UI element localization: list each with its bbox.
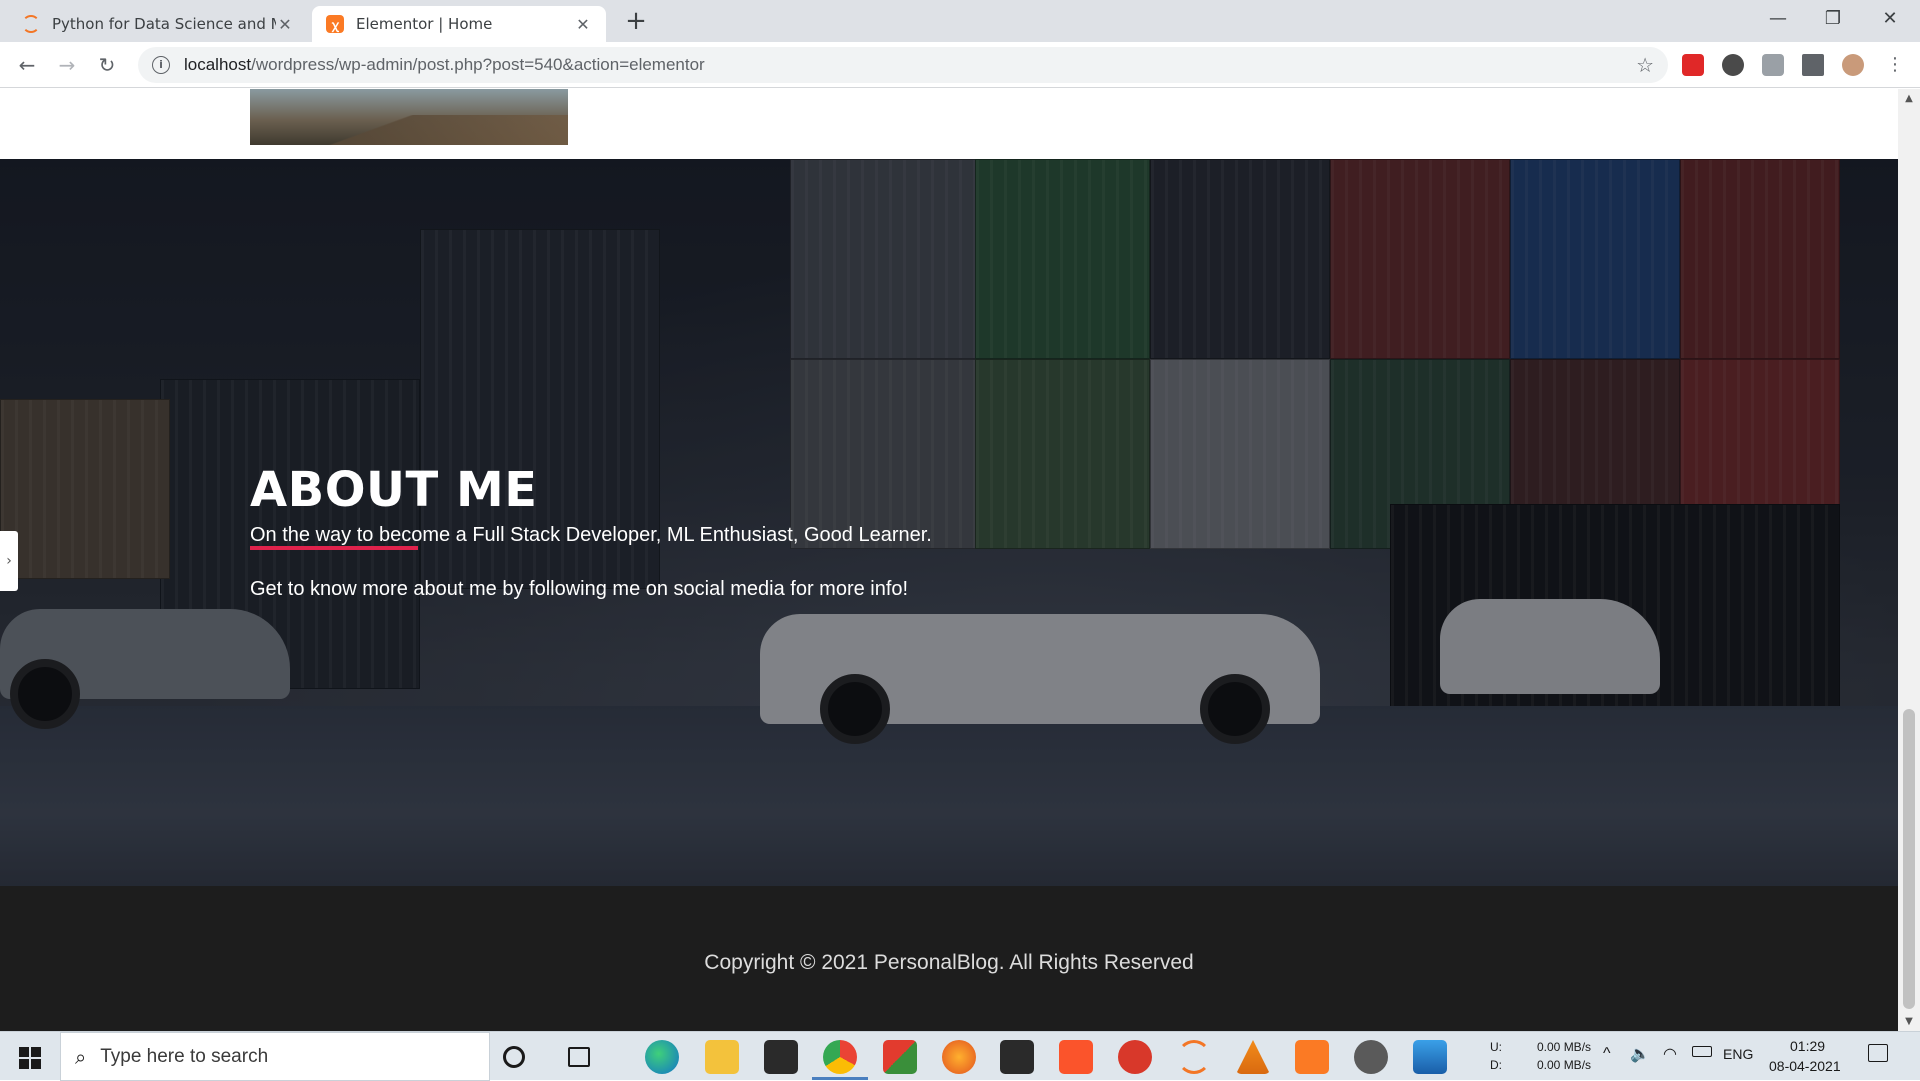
language-indicator[interactable]: ENG <box>1723 1046 1753 1062</box>
store-icon[interactable] <box>764 1040 798 1074</box>
close-tab-icon[interactable]: ✕ <box>574 15 592 34</box>
net-upload-speed: 0.00 MB/s <box>1537 1040 1592 1054</box>
edge-icon[interactable] <box>645 1040 679 1074</box>
vlc-icon[interactable] <box>1236 1040 1270 1074</box>
page-viewport: ABOUT ME On the way to become a Full Sta… <box>0 89 1920 1031</box>
elementor-panel-toggle[interactable]: › <box>0 531 18 591</box>
firefox-icon[interactable] <box>942 1040 976 1074</box>
copyright-text: Copyright © 2021 PersonalBlog. All Right… <box>704 951 1194 974</box>
notification-icon[interactable] <box>1868 1044 1888 1062</box>
about-line-2: Get to know more about me by following m… <box>250 578 909 600</box>
scroll-down-icon[interactable]: ▼ <box>1898 1016 1920 1027</box>
tab-title: Python for Data Science and ML/ <box>52 15 276 33</box>
brave-icon[interactable] <box>1059 1040 1093 1074</box>
windows-logo-icon <box>19 1047 29 1057</box>
restore-button[interactable]: ❐ <box>1803 0 1863 38</box>
tray-chevron-icon[interactable]: ^ <box>1603 1045 1611 1063</box>
site-footer: Copyright © 2021 PersonalBlog. All Right… <box>0 886 1898 1031</box>
extensions-puzzle-icon[interactable] <box>1802 54 1824 76</box>
jupyter-icon <box>22 15 40 33</box>
tab-title: Elementor | Home <box>356 15 493 33</box>
about-section: ABOUT ME On the way to become a Full Sta… <box>0 159 1898 886</box>
extension-circle-icon[interactable] <box>1722 54 1744 76</box>
colorful-app-icon[interactable] <box>883 1040 917 1074</box>
background-overlay <box>0 159 1898 886</box>
new-tab-button[interactable]: + <box>618 8 654 36</box>
about-line-1: On the way to become a Full Stack Develo… <box>250 524 932 546</box>
start-button[interactable] <box>10 1042 50 1072</box>
site-info-icon[interactable]: i <box>152 56 170 74</box>
chrome-icon[interactable] <box>823 1040 857 1074</box>
extension-red-icon[interactable] <box>1682 54 1704 76</box>
about-title: ABOUT ME <box>250 462 538 518</box>
clock-date[interactable]: 08-04-2021 <box>1769 1058 1841 1074</box>
windows-logo-icon <box>31 1059 41 1069</box>
volume-icon[interactable]: 🔈 <box>1630 1044 1650 1064</box>
scroll-thumb[interactable] <box>1903 709 1915 1009</box>
landscape-image <box>250 89 568 145</box>
address-bar[interactable]: i localhost/wordpress/wp-admin/post.php?… <box>138 47 1668 83</box>
search-placeholder: Type here to search <box>100 1045 269 1067</box>
jupyter-icon[interactable] <box>1177 1040 1211 1074</box>
file-explorer-icon[interactable] <box>705 1040 739 1074</box>
clock-time[interactable]: 01:29 <box>1790 1038 1825 1054</box>
photos-icon[interactable] <box>1413 1040 1447 1074</box>
page-scrollbar[interactable]: ▲ ▼ <box>1898 89 1920 1031</box>
windows-taskbar: ⌕ Type here to search U: D: 0.00 MB/s 0.… <box>0 1031 1920 1081</box>
bookmark-star-icon[interactable]: ☆ <box>1636 53 1654 77</box>
xampp-icon: ꭓ <box>326 15 344 33</box>
url-text: localhost/wordpress/wp-admin/post.php?po… <box>184 55 705 74</box>
net-download-label: D: <box>1490 1058 1502 1072</box>
cortana-icon[interactable] <box>503 1046 525 1068</box>
browser-toolbar: ← → ↻ i localhost/wordpress/wp-admin/pos… <box>0 42 1920 88</box>
reload-icon[interactable]: ↻ <box>92 50 122 80</box>
taskbar-search-box[interactable]: ⌕ Type here to search <box>60 1032 490 1081</box>
task-view-icon[interactable] <box>568 1047 590 1067</box>
media-player-icon[interactable] <box>1354 1040 1388 1074</box>
predator-icon[interactable] <box>1000 1040 1034 1074</box>
net-download-speed: 0.00 MB/s <box>1537 1058 1592 1072</box>
xampp-icon[interactable] <box>1295 1040 1329 1074</box>
net-upload-label: U: <box>1490 1040 1502 1054</box>
tab-elementor-home[interactable]: ꭓ Elementor | Home ✕ <box>312 6 606 42</box>
scroll-up-icon[interactable]: ▲ <box>1898 93 1920 104</box>
search-icon: ⌕ <box>75 1044 87 1069</box>
windows-logo-icon <box>31 1047 41 1057</box>
wifi-icon[interactable]: ◠ <box>1663 1044 1677 1064</box>
close-window-button[interactable]: ✕ <box>1860 0 1920 38</box>
pocket-app-icon[interactable] <box>1118 1040 1152 1074</box>
back-icon[interactable]: ← <box>12 50 42 80</box>
profile-avatar[interactable] <box>1842 54 1864 76</box>
menu-kebab-icon[interactable]: ⋮ <box>1880 50 1910 80</box>
camera-extension-icon[interactable] <box>1762 54 1784 76</box>
minimize-button[interactable]: — <box>1748 0 1808 38</box>
battery-icon[interactable] <box>1692 1046 1712 1057</box>
tab-strip: Python for Data Science and ML/ ✕ ꭓ Elem… <box>0 0 1920 42</box>
forward-icon[interactable]: → <box>52 50 82 80</box>
tab-python-course[interactable]: Python for Data Science and ML/ ✕ <box>8 6 308 42</box>
windows-logo-icon <box>19 1059 29 1069</box>
close-tab-icon[interactable]: ✕ <box>276 15 294 34</box>
